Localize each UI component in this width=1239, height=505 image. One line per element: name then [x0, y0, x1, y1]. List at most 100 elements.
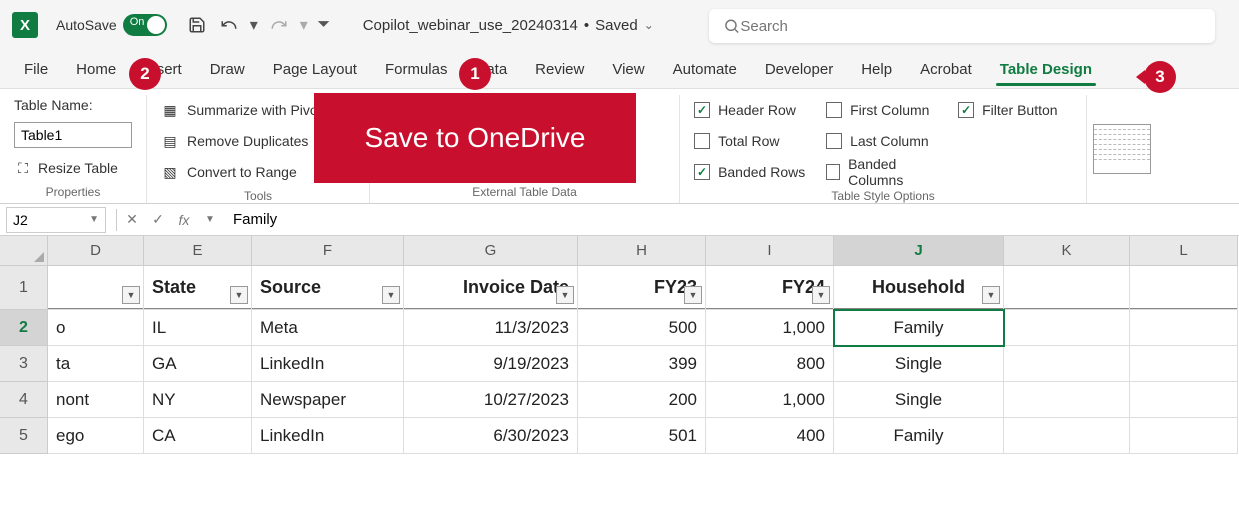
row-header-4[interactable]: 4	[0, 382, 48, 418]
cell-L2[interactable]	[1130, 310, 1238, 346]
header-row-checkbox[interactable]: Header Row	[694, 97, 808, 123]
cell-I4[interactable]: 1,000	[706, 382, 834, 418]
undo-dropdown-icon[interactable]: ▾	[247, 11, 261, 39]
name-box[interactable]: J2▼	[6, 207, 106, 233]
tab-automate[interactable]: Automate	[659, 53, 751, 88]
banded-columns-checkbox[interactable]: Banded Columns	[826, 159, 940, 185]
filter-icon[interactable]: ▼	[812, 286, 830, 304]
cell-J2[interactable]: Family	[834, 310, 1004, 346]
header-cell-I[interactable]: FY24▼	[706, 266, 834, 310]
header-cell-E[interactable]: State▼	[144, 266, 252, 310]
header-cell-L[interactable]	[1130, 266, 1238, 310]
column-header-G[interactable]: G	[404, 236, 578, 266]
cancel-formula-icon[interactable]: ✕	[119, 207, 145, 233]
resize-table-button[interactable]: ⛶ Resize Table	[14, 159, 132, 177]
tab-formulas[interactable]: Formulas	[371, 53, 462, 88]
cell-G3[interactable]: 9/19/2023	[404, 346, 578, 382]
tab-help[interactable]: Help	[847, 53, 906, 88]
tab-view[interactable]: View	[598, 53, 658, 88]
row-header-3[interactable]: 3	[0, 346, 48, 382]
redo-icon[interactable]	[265, 11, 293, 39]
tab-file[interactable]: File	[10, 53, 62, 88]
tab-home[interactable]: Home	[62, 53, 130, 88]
header-cell-G[interactable]: Invoice Date▼	[404, 266, 578, 310]
cell-D2[interactable]: o	[48, 310, 144, 346]
table-name-input[interactable]	[14, 122, 132, 148]
cell-F4[interactable]: Newspaper	[252, 382, 404, 418]
filter-icon[interactable]: ▼	[684, 286, 702, 304]
document-title[interactable]: Copilot_webinar_use_20240314 • Saved ⌄	[363, 17, 654, 34]
tab-acrobat[interactable]: Acrobat	[906, 53, 986, 88]
cell-F2[interactable]: Meta	[252, 310, 404, 346]
header-cell-J[interactable]: Household▼	[834, 266, 1004, 310]
autosave-toggle[interactable]: On	[123, 14, 167, 36]
search-box[interactable]	[709, 9, 1215, 43]
cell-K4[interactable]	[1004, 382, 1130, 418]
cell-I5[interactable]: 400	[706, 418, 834, 454]
filter-icon[interactable]: ▼	[122, 286, 140, 304]
cell-E3[interactable]: GA	[144, 346, 252, 382]
select-all-corner[interactable]	[0, 236, 48, 266]
cell-H2[interactable]: 500	[578, 310, 706, 346]
header-cell-H[interactable]: FY23▼	[578, 266, 706, 310]
cell-F5[interactable]: LinkedIn	[252, 418, 404, 454]
column-header-L[interactable]: L	[1130, 236, 1238, 266]
tab-page-layout[interactable]: Page Layout	[259, 53, 371, 88]
cell-K3[interactable]	[1004, 346, 1130, 382]
cell-H4[interactable]: 200	[578, 382, 706, 418]
tab-developer[interactable]: Developer	[751, 53, 847, 88]
cell-L5[interactable]	[1130, 418, 1238, 454]
cell-H5[interactable]: 501	[578, 418, 706, 454]
cell-G2[interactable]: 11/3/2023	[404, 310, 578, 346]
filter-icon[interactable]: ▼	[556, 286, 574, 304]
column-header-H[interactable]: H	[578, 236, 706, 266]
header-cell-D[interactable]: ▼	[48, 266, 144, 310]
redo-dropdown-icon[interactable]: ▾	[297, 11, 311, 39]
tab-table-design[interactable]: Table Design	[986, 53, 1106, 88]
cell-K5[interactable]	[1004, 418, 1130, 454]
cell-J4[interactable]: Single	[834, 382, 1004, 418]
cell-H3[interactable]: 399	[578, 346, 706, 382]
cell-J5[interactable]: Family	[834, 418, 1004, 454]
cell-D4[interactable]: nont	[48, 382, 144, 418]
cell-E4[interactable]: NY	[144, 382, 252, 418]
tab-draw[interactable]: Draw	[196, 53, 259, 88]
filter-button-checkbox[interactable]: Filter Button	[958, 97, 1072, 123]
first-column-checkbox[interactable]: First Column	[826, 97, 940, 123]
tab-review[interactable]: Review	[521, 53, 598, 88]
column-header-D[interactable]: D	[48, 236, 144, 266]
banded-rows-checkbox[interactable]: Banded Rows	[694, 159, 808, 185]
filter-icon[interactable]: ▼	[230, 286, 248, 304]
cell-D3[interactable]: ta	[48, 346, 144, 382]
search-input[interactable]	[740, 18, 1201, 35]
cell-I2[interactable]: 1,000	[706, 310, 834, 346]
column-header-K[interactable]: K	[1004, 236, 1130, 266]
column-header-F[interactable]: F	[252, 236, 404, 266]
cell-K2[interactable]	[1004, 310, 1130, 346]
fx-icon[interactable]: fx	[171, 207, 197, 233]
cell-L4[interactable]	[1130, 382, 1238, 418]
row-header-5[interactable]: 5	[0, 418, 48, 454]
cell-I3[interactable]: 800	[706, 346, 834, 382]
cell-E2[interactable]: IL	[144, 310, 252, 346]
spreadsheet-grid[interactable]: DEFGHIJKL 12345 ▼State▼Source▼Invoice Da…	[0, 236, 1239, 505]
table-styles[interactable]	[1087, 95, 1157, 203]
undo-icon[interactable]	[215, 11, 243, 39]
qat-customize-icon[interactable]: ⏷	[315, 11, 333, 39]
header-cell-F[interactable]: Source▼	[252, 266, 404, 310]
cell-G4[interactable]: 10/27/2023	[404, 382, 578, 418]
total-row-checkbox[interactable]: Total Row	[694, 128, 808, 154]
last-column-checkbox[interactable]: Last Column	[826, 128, 940, 154]
column-header-E[interactable]: E	[144, 236, 252, 266]
cell-G5[interactable]: 6/30/2023	[404, 418, 578, 454]
enter-formula-icon[interactable]: ✓	[145, 207, 171, 233]
cell-F3[interactable]: LinkedIn	[252, 346, 404, 382]
cell-D5[interactable]: ego	[48, 418, 144, 454]
save-icon[interactable]	[183, 11, 211, 39]
row-header-1[interactable]: 1	[0, 266, 48, 310]
formula-input[interactable]	[223, 207, 1239, 233]
cell-L3[interactable]	[1130, 346, 1238, 382]
cell-E5[interactable]: CA	[144, 418, 252, 454]
column-header-J[interactable]: J	[834, 236, 1004, 266]
formula-dropdown-icon[interactable]: ▼	[197, 207, 223, 233]
